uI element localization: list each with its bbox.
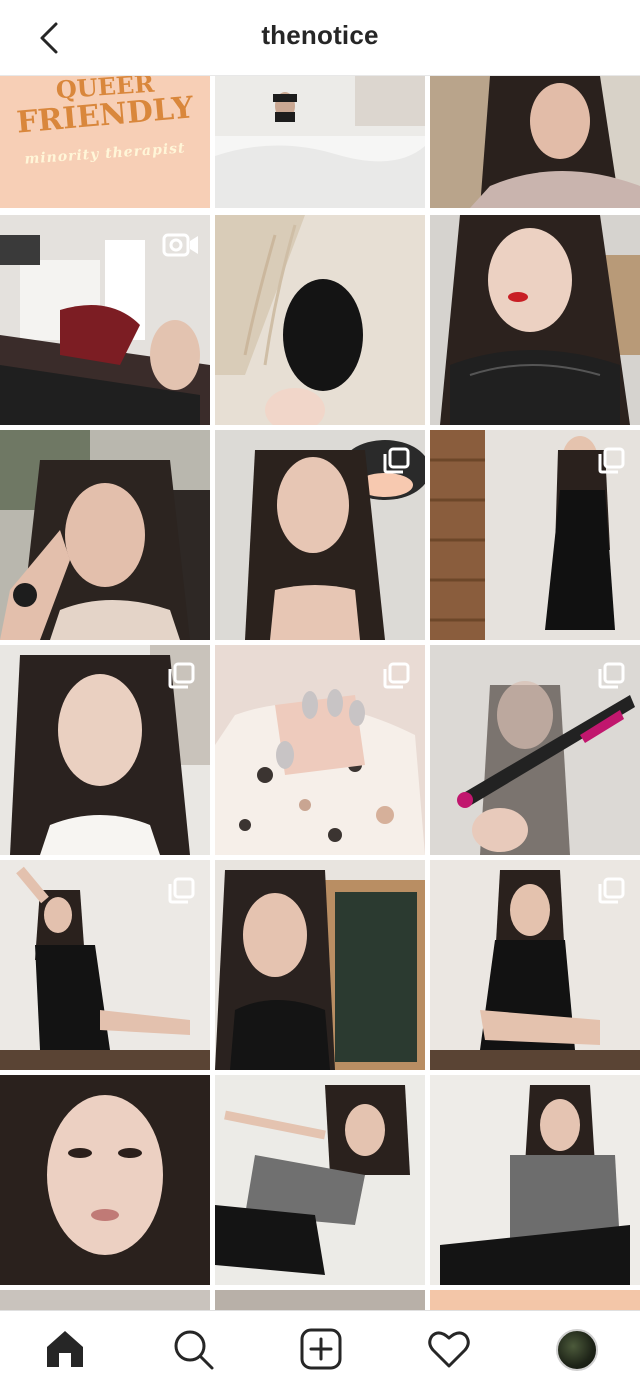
post-image [430,1075,640,1285]
post-image [0,430,210,640]
post-image [215,1075,425,1285]
post-thumbnail-red-lip[interactable] [430,215,640,425]
post-thumbnail-partial[interactable] [0,1290,210,1310]
post-thumbnail-product[interactable] [215,215,425,425]
post-thumbnail-closeup-portrait[interactable] [0,1075,210,1285]
post-image [215,860,425,1070]
post-thumbnail-gray-tee[interactable] [430,1075,640,1285]
tab-activity[interactable] [425,1325,473,1373]
post-caption-line-3: minority therapist [23,140,187,168]
profile-username-title: thenotice [261,20,379,50]
post-thumbnail-black-dress[interactable] [430,430,640,640]
post-thumbnail-leaning-pose[interactable] [215,1075,425,1285]
multiple-photos-icon [383,662,410,689]
post-image [0,1075,210,1285]
tab-search[interactable] [169,1325,217,1373]
post-thumbnail-partial[interactable] [215,1290,425,1310]
multiple-photos-icon [598,447,625,474]
multiple-photos-icon [598,662,625,689]
tab-new-post[interactable] [297,1325,345,1373]
home-icon [47,1331,83,1367]
tab-profile-avatar[interactable] [556,1329,598,1371]
bottom-tab-bar [0,1310,640,1386]
post-thumbnail-bed-reading[interactable] [0,215,210,425]
post-thumbnail-frame-portrait[interactable] [215,860,425,1070]
post-image [215,215,425,425]
post-grid: QUEER FRIENDLY minority therapist [0,0,640,1310]
post-image [215,76,425,208]
post-thumbnail-hair-straightener[interactable] [430,645,640,855]
post-thumbnail-crossed-legs[interactable] [430,860,640,1070]
tab-home[interactable] [41,1325,89,1373]
video-icon [162,233,198,257]
top-navigation-bar: thenotice [0,0,640,76]
post-thumbnail-bedroom[interactable] [215,76,425,208]
new-post-icon [300,1328,342,1370]
post-image [430,76,640,208]
post-thumbnail-nails-fabric[interactable] [215,645,425,855]
post-thumbnail-queer-friendly[interactable]: QUEER FRIENDLY minority therapist [0,76,210,208]
multiple-photos-icon [168,662,195,689]
post-thumbnail-thinking-portrait[interactable] [0,430,210,640]
post-thumbnail-lamp-portrait[interactable] [215,430,425,640]
post-image [430,215,640,425]
post-thumbnail-seated-dress[interactable] [0,860,210,1070]
multiple-photos-icon [598,877,625,904]
search-icon [174,1330,214,1370]
multiple-photos-icon [168,877,195,904]
multiple-photos-icon [383,447,410,474]
activity-heart-icon [428,1331,470,1368]
post-thumbnail-white-shirt[interactable] [0,645,210,855]
post-thumbnail-portrait[interactable] [430,76,640,208]
post-thumbnail-partial[interactable] [430,1290,640,1310]
